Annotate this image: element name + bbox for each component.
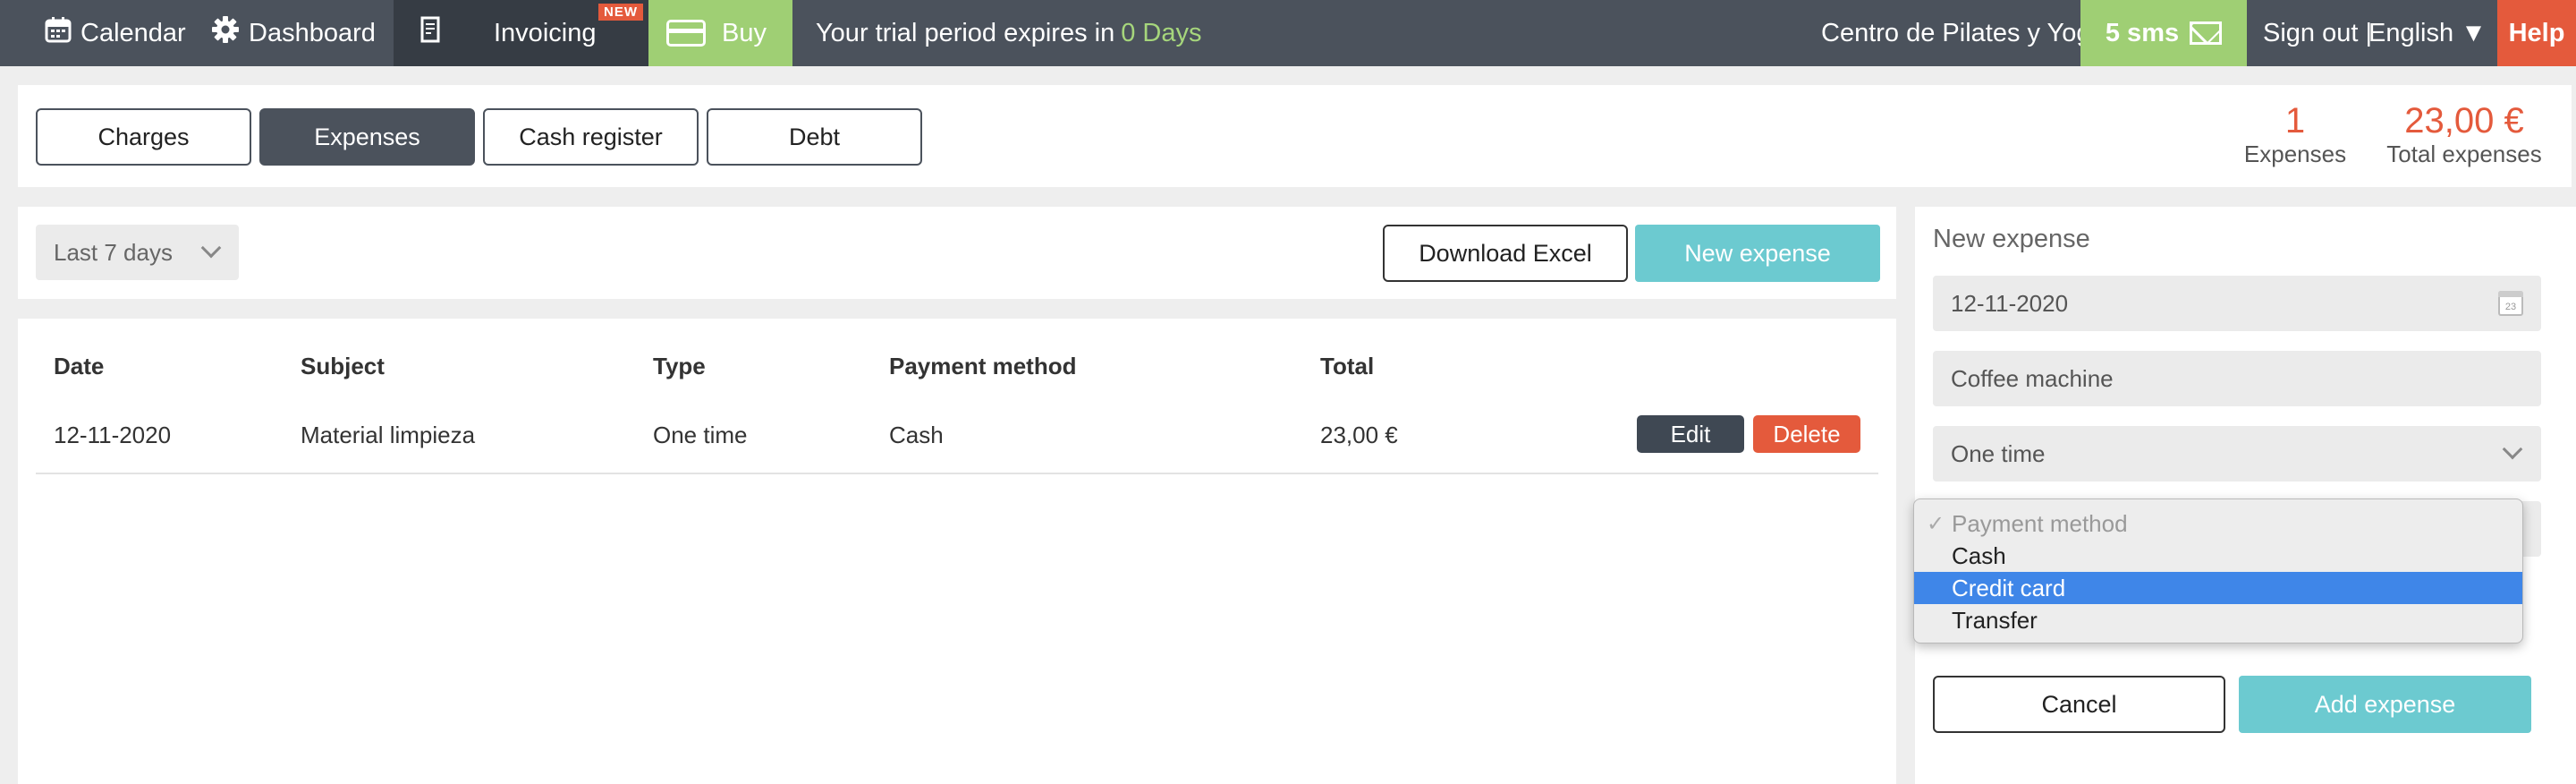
trial-notice: Your trial period expires in 0 Days — [816, 0, 1202, 66]
expenses-count: 1 — [2284, 101, 2306, 141]
expenses-table: Date Subject Type Payment method Total 1… — [18, 319, 1896, 784]
top-nav-bar: Calendar Dashboard Invoicing NEW Buy You… — [0, 0, 2576, 66]
new-expense-panel: New expense 12-11-2020 23 Coffee machine… — [1915, 207, 2576, 784]
chevron-down-icon — [2502, 439, 2523, 460]
sms-label: 5 sms — [2105, 18, 2180, 47]
nav-calendar[interactable]: Calendar — [45, 0, 186, 66]
date-field[interactable]: 12-11-2020 23 — [1933, 276, 2541, 331]
payment-method-dropdown: ✓ Payment method Cash Credit card Transf… — [1913, 499, 2523, 643]
chevron-down-icon — [200, 237, 222, 259]
cell-total: 23,00 € — [1320, 422, 1398, 448]
new-expense-button[interactable]: New expense — [1635, 225, 1880, 282]
tab-expenses[interactable]: Expenses — [259, 108, 475, 166]
subject-field-value: Coffee machine — [1951, 364, 2114, 392]
nav-buy[interactable]: Buy — [648, 0, 792, 66]
tab-debt[interactable]: Debt — [707, 108, 922, 166]
trial-text: Your trial period expires in — [816, 18, 1115, 47]
column-header-subject: Subject — [301, 353, 385, 379]
gear-icon — [211, 15, 240, 51]
column-header-date: Date — [54, 353, 105, 379]
add-expense-button[interactable]: Add expense — [2239, 676, 2531, 733]
filter-bar: Last 7 days Download Excel New expense — [18, 207, 1896, 299]
edit-button[interactable]: Edit — [1637, 415, 1744, 453]
cancel-button[interactable]: Cancel — [1933, 676, 2225, 733]
tab-charges[interactable]: Charges — [36, 108, 251, 166]
expenses-count-label: Expenses — [2243, 141, 2347, 167]
language-select[interactable]: English ▼ — [2368, 0, 2487, 66]
cell-type: One time — [653, 422, 748, 448]
type-select-value: One time — [1951, 439, 2046, 467]
total-expenses-value: 23,00 € — [2404, 101, 2524, 141]
column-header-payment-method: Payment method — [889, 353, 1077, 379]
tab-cash-register[interactable]: Cash register — [483, 108, 699, 166]
subject-field[interactable]: Coffee machine — [1933, 351, 2541, 406]
delete-button[interactable]: Delete — [1753, 415, 1860, 453]
nav-invoicing[interactable]: Invoicing NEW — [394, 0, 648, 66]
column-header-total: Total — [1320, 353, 1375, 379]
new-badge: NEW — [598, 4, 643, 21]
envelope-icon — [2190, 21, 2223, 45]
type-select[interactable]: One time — [1933, 426, 2541, 481]
total-expenses-stat: 23,00 € Total expenses — [2379, 101, 2549, 168]
signout-link[interactable]: Sign out | — [2263, 0, 2372, 66]
cell-payment-method: Cash — [889, 422, 944, 448]
help-button[interactable]: Help — [2497, 0, 2576, 66]
date-range-value: Last 7 days — [54, 238, 173, 266]
checkmark-icon: ✓ — [1927, 511, 1945, 536]
date-range-select[interactable]: Last 7 days — [36, 225, 239, 280]
cell-date: 12-11-2020 — [54, 422, 172, 448]
date-field-value: 12-11-2020 — [1951, 289, 2069, 317]
calendar-icon — [45, 16, 72, 50]
dropdown-option-cash[interactable]: Cash — [1914, 540, 2522, 572]
trial-days: 0 Days — [1121, 18, 1202, 47]
calendar-picker-day: 23 — [2504, 302, 2517, 312]
nav-buy-label: Buy — [722, 18, 767, 47]
total-expenses-label: Total expenses — [2386, 141, 2542, 167]
sms-button[interactable]: 5 sms — [2080, 0, 2247, 66]
credit-card-icon — [666, 20, 706, 47]
column-header-type: Type — [653, 353, 706, 379]
cell-subject: Material limpieza — [301, 422, 476, 448]
dropdown-option-transfer[interactable]: Transfer — [1914, 604, 2522, 636]
row-divider — [36, 473, 1878, 474]
nav-calendar-label: Calendar — [80, 18, 186, 47]
dropdown-option-placeholder[interactable]: ✓ Payment method — [1914, 507, 2522, 540]
invoice-icon — [420, 16, 440, 50]
nav-dashboard[interactable]: Dashboard — [211, 0, 376, 66]
nav-invoicing-label: Invoicing — [494, 18, 597, 47]
expenses-count-stat: 1 Expenses — [2241, 101, 2349, 168]
section-tabs-bar: Charges Expenses Cash register Debt 1 Ex… — [18, 85, 2572, 187]
calendar-picker-icon[interactable]: 23 — [2498, 291, 2523, 316]
download-excel-button[interactable]: Download Excel — [1383, 225, 1628, 282]
dropdown-option-label: Payment method — [1952, 509, 2128, 537]
dropdown-option-credit-card[interactable]: Credit card — [1914, 572, 2522, 604]
new-expense-title: New expense — [1933, 225, 2090, 253]
center-name: Centro de Pilates y Yoga — [1821, 18, 2106, 47]
nav-dashboard-label: Dashboard — [249, 18, 376, 47]
